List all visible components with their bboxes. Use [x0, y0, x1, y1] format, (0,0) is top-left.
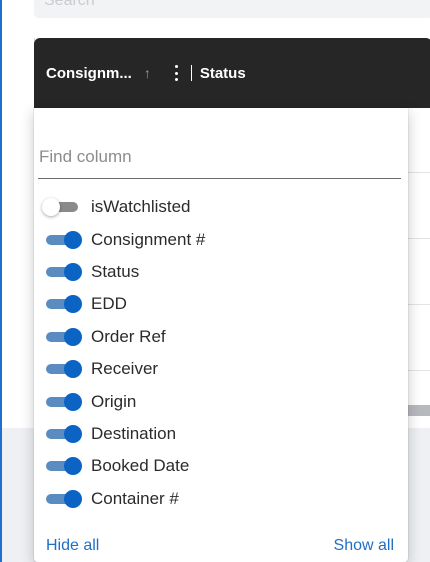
hide-all-link[interactable]: Hide all	[46, 537, 99, 555]
visibility-switch[interactable]	[45, 489, 82, 508]
visibility-switch[interactable]	[45, 327, 82, 346]
column-toggle-item[interactable]: Consignment #	[45, 223, 385, 255]
visibility-switch[interactable]	[45, 424, 82, 443]
column-label: Container #	[91, 488, 179, 508]
find-column-input[interactable]	[38, 141, 401, 179]
column-label: Order Ref	[91, 326, 166, 346]
grid-row-divider	[407, 172, 430, 173]
column-label: Booked Date	[91, 456, 190, 476]
column-toggle-item[interactable]: Status	[45, 256, 385, 288]
app-frame: Search Consignm... ↑ Status isWatchliste…	[0, 0, 430, 562]
visibility-switch[interactable]	[45, 360, 82, 379]
visibility-switch[interactable]	[45, 230, 82, 249]
horizontal-scrollbar[interactable]	[407, 405, 430, 416]
sort-arrow-icon[interactable]: ↑	[144, 65, 151, 81]
column-label: isWatchlisted	[91, 197, 191, 217]
grid-row-divider	[407, 304, 430, 305]
column-chooser-popup: isWatchlisted Consignment # Status EDD Order…	[34, 108, 408, 562]
column-resize-handle[interactable]	[190, 65, 192, 81]
visibility-switch[interactable]	[45, 262, 82, 281]
column-label: Origin	[91, 391, 137, 411]
column-label: EDD	[91, 294, 127, 314]
visibility-switch[interactable]	[45, 392, 82, 411]
column-header-consignment[interactable]: Consignm...	[46, 65, 132, 82]
column-toggle-item[interactable]: Booked Date	[45, 450, 385, 482]
visibility-switch[interactable]	[42, 198, 79, 217]
grid-row-divider	[407, 370, 430, 371]
column-label: Receiver	[91, 359, 159, 379]
column-label: Destination	[91, 423, 177, 443]
column-label: Consignment #	[91, 229, 206, 249]
column-header-status[interactable]: Status	[200, 65, 246, 82]
column-toggle-item[interactable]: Destination	[45, 418, 385, 450]
column-toggle-item[interactable]: Origin	[45, 385, 385, 417]
column-toggle-item[interactable]: EDD	[45, 288, 385, 320]
column-list: isWatchlisted Consignment # Status EDD Order…	[42, 191, 385, 515]
popup-footer: Hide all Show all	[34, 537, 408, 557]
column-toggle-item[interactable]: Receiver	[45, 353, 385, 385]
column-toggle-item[interactable]: Container #	[45, 483, 385, 515]
column-toggle-item[interactable]: Order Ref	[45, 321, 385, 353]
column-menu-icon[interactable]	[171, 64, 183, 82]
column-label: Status	[91, 261, 140, 281]
show-all-link[interactable]: Show all	[334, 537, 394, 555]
visibility-switch[interactable]	[45, 295, 82, 314]
search-placeholder: Search	[44, 0, 95, 9]
search-area[interactable]: Search	[34, 0, 430, 18]
column-toggle-item[interactable]: isWatchlisted	[42, 191, 385, 223]
grid-header: Consignm... ↑ Status	[34, 38, 430, 108]
grid-row-divider	[407, 238, 430, 239]
visibility-switch[interactable]	[45, 457, 82, 476]
